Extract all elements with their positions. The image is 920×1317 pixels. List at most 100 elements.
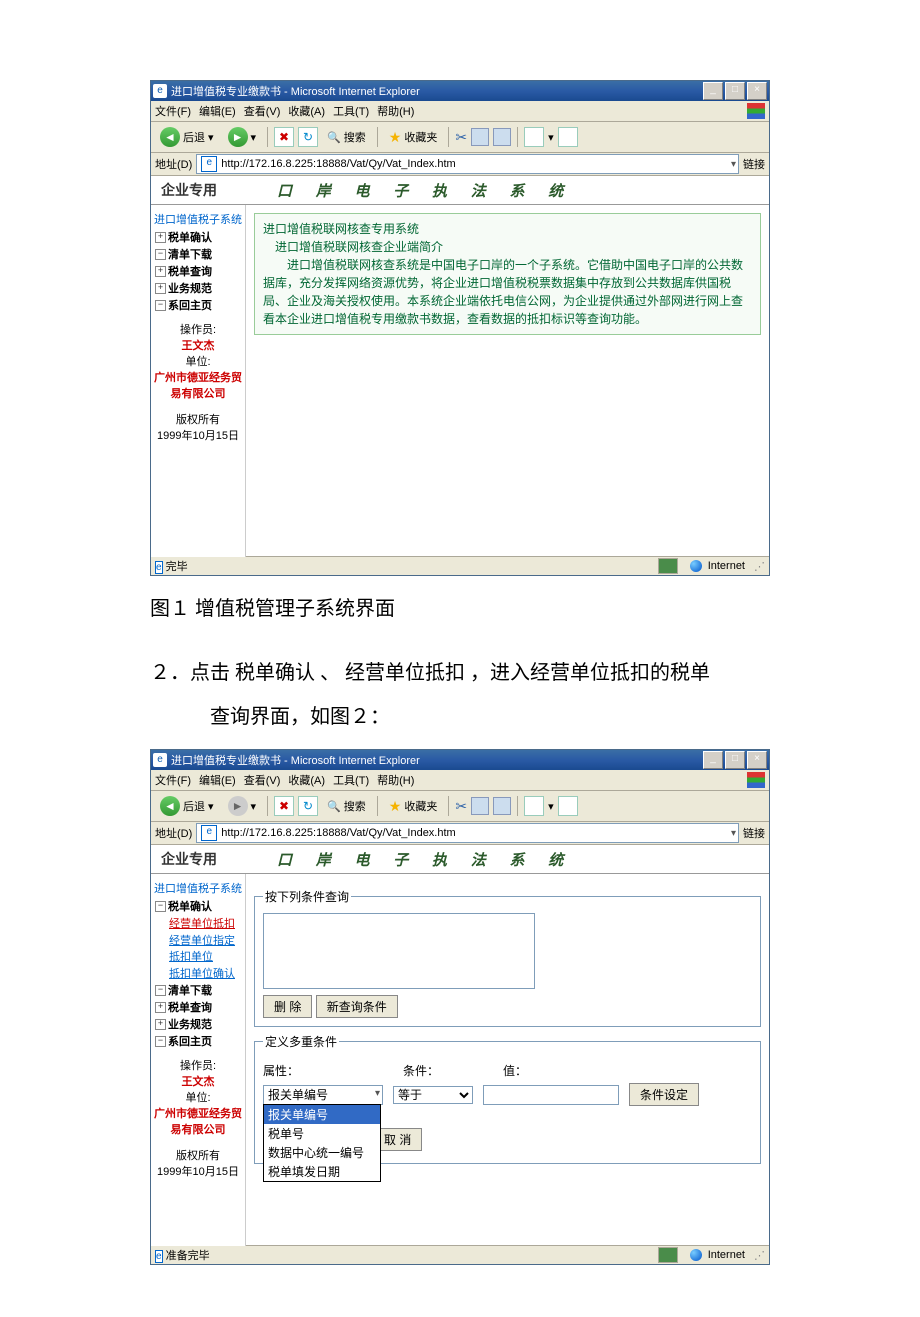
back-arrow-icon: ◄ — [160, 796, 180, 816]
unit-name: 广州市德亚经务贸易有限公司 — [153, 369, 243, 401]
menu-file[interactable]: 文件(F) — [155, 103, 191, 119]
menu-fav[interactable]: 收藏(A) — [288, 772, 325, 788]
value-input[interactable] — [483, 1085, 619, 1105]
copyright: 版权所有 — [153, 1147, 243, 1163]
nav-home[interactable]: −系回主页 — [153, 1033, 243, 1049]
url-text: http://172.16.8.225:18888/Vat/Qy/Vat_Ind… — [221, 827, 455, 839]
menu-file[interactable]: 文件(F) — [155, 772, 191, 788]
titlebar: e 进口增值税专业缴款书 - Microsoft Internet Explor… — [151, 81, 769, 101]
refresh-button[interactable]: ↻ — [298, 796, 318, 816]
nav-biz-spec[interactable]: +业务规范 — [153, 280, 243, 296]
address-label: 地址(D) — [155, 156, 192, 172]
content-area: 企业专用 口 岸 电 子 执 法 系 统 进口增值税子系统 −税单确认 经营单位… — [151, 845, 769, 1245]
page-header: 企业专用 口 岸 电 子 执 法 系 统 — [151, 845, 769, 874]
system-name[interactable]: 进口增值税子系统 — [153, 211, 243, 227]
nav-list-download[interactable]: −清单下载 — [153, 982, 243, 998]
nav-tax-confirm[interactable]: −税单确认 — [153, 898, 243, 914]
search-icon: 🔍 — [327, 131, 341, 144]
nav-sub-deduct-confirm[interactable]: 抵扣单位确认 — [153, 965, 243, 981]
paste-icon[interactable] — [493, 128, 511, 146]
maximize-button[interactable]: □ — [725, 751, 745, 769]
favorites-button[interactable]: ★ 收藏夹 — [384, 795, 443, 818]
cond-select[interactable]: 等于 — [393, 1086, 473, 1104]
dropdown-option[interactable]: 报关单编号 — [264, 1105, 380, 1124]
url-text: http://172.16.8.225:18888/Vat/Qy/Vat_Ind… — [221, 158, 455, 170]
refresh-button[interactable]: ↻ — [298, 127, 318, 147]
copy-icon[interactable] — [471, 128, 489, 146]
resize-grip-icon[interactable]: ⋰ — [751, 1249, 765, 1262]
header-left: 企业专用 — [161, 180, 217, 200]
back-button[interactable]: ◄ 后退▾ — [155, 793, 219, 819]
query-listbox[interactable] — [263, 913, 535, 989]
menu-help[interactable]: 帮助(H) — [377, 103, 414, 119]
zone-text: Internet — [708, 1249, 745, 1261]
operator-label: 操作员: — [153, 321, 243, 337]
stop-button[interactable]: ✖ — [274, 127, 294, 147]
dropdown-option[interactable]: 数据中心统一编号 — [264, 1143, 380, 1162]
links-label[interactable]: 链接 — [743, 825, 765, 841]
close-button[interactable]: × — [747, 751, 767, 769]
nav-tax-query[interactable]: +税单查询 — [153, 263, 243, 279]
back-button[interactable]: ◄ 后退▾ — [155, 124, 219, 150]
menu-view[interactable]: 查看(V) — [244, 103, 281, 119]
address-input[interactable]: e http://172.16.8.225:18888/Vat/Qy/Vat_I… — [196, 823, 739, 843]
menu-help[interactable]: 帮助(H) — [377, 772, 414, 788]
ie-window-2: e 进口增值税专业缴款书 - Microsoft Internet Explor… — [150, 749, 770, 1265]
search-button[interactable]: 🔍 搜索 — [322, 126, 371, 148]
search-button[interactable]: 🔍 搜索 — [322, 795, 371, 817]
menu-tool[interactable]: 工具(T) — [333, 772, 369, 788]
minimize-button[interactable]: _ — [703, 751, 723, 769]
nav-biz-spec[interactable]: +业务规范 — [153, 1016, 243, 1032]
forward-button[interactable]: ►▾ — [223, 124, 262, 150]
delete-button[interactable]: 删 除 — [263, 995, 312, 1018]
cut-icon[interactable]: ✂ — [455, 798, 467, 815]
address-input[interactable]: e http://172.16.8.225:18888/Vat/Qy/Vat_I… — [196, 154, 739, 174]
nav-home[interactable]: −系回主页 — [153, 297, 243, 313]
menu-edit[interactable]: 编辑(E) — [199, 103, 236, 119]
links-label[interactable]: 链接 — [743, 156, 765, 172]
copy-icon[interactable] — [471, 797, 489, 815]
ie-icon: e — [153, 753, 167, 767]
dropdown-option[interactable]: 税单填发日期 — [264, 1162, 380, 1181]
nav-tax-query[interactable]: +税单查询 — [153, 999, 243, 1015]
windows-flag-icon — [747, 772, 765, 788]
maximize-button[interactable]: □ — [725, 82, 745, 100]
paste-icon[interactable] — [493, 797, 511, 815]
ie-window-1: e 进口增值税专业缴款书 - Microsoft Internet Explor… — [150, 80, 770, 576]
menu-tool[interactable]: 工具(T) — [333, 103, 369, 119]
tool-icon-1[interactable] — [524, 796, 544, 816]
menu-view[interactable]: 查看(V) — [244, 772, 281, 788]
cut-icon[interactable]: ✂ — [455, 129, 467, 146]
menu-edit[interactable]: 编辑(E) — [199, 772, 236, 788]
operator-name: 王文杰 — [153, 337, 243, 353]
intro-box: 进口增值税联网核查专用系统 进口增值税联网核查企业端简介 进口增值税联网核查系统… — [254, 213, 761, 335]
status-bar: e 准备完毕 Internet ⋰ — [151, 1245, 769, 1264]
new-condition-button[interactable]: 新查询条件 — [316, 995, 398, 1018]
status-text: 准备完毕 — [166, 1250, 210, 1262]
minimize-button[interactable]: _ — [703, 82, 723, 100]
stop-button[interactable]: ✖ — [274, 796, 294, 816]
address-bar: 地址(D) e http://172.16.8.225:18888/Vat/Qy… — [151, 153, 769, 176]
nav-tax-confirm[interactable]: +税单确认 — [153, 229, 243, 245]
define-conditions-fieldset: 定义多重条件 属性： 条件： 值： 报关单编号 报关单编号 税单号 — [254, 1033, 761, 1164]
resize-grip-icon[interactable]: ⋰ — [751, 560, 765, 573]
sidebar: 进口增值税子系统 −税单确认 经营单位抵扣 经营单位指定抵扣单位 抵扣单位确认 … — [151, 874, 246, 1246]
header-left: 企业专用 — [161, 849, 217, 869]
nav-sub-op-assign[interactable]: 经营单位指定抵扣单位 — [153, 932, 243, 964]
star-icon: ★ — [389, 798, 402, 815]
nav-list-download[interactable]: −清单下载 — [153, 246, 243, 262]
attr-dropdown-list[interactable]: 报关单编号 税单号 数据中心统一编号 税单填发日期 — [263, 1104, 381, 1182]
favorites-button[interactable]: ★ 收藏夹 — [384, 126, 443, 149]
figure-caption-1: 图１ 增值税管理子系统界面 — [150, 592, 770, 621]
nav-sub-op-deduct[interactable]: 经营单位抵扣 — [153, 915, 243, 931]
set-condition-button[interactable]: 条件设定 — [629, 1083, 699, 1106]
menubar: 文件(F) 编辑(E) 查看(V) 收藏(A) 工具(T) 帮助(H) — [151, 770, 769, 791]
close-button[interactable]: × — [747, 82, 767, 100]
tool-icon-1[interactable] — [524, 127, 544, 147]
tool-icon-2[interactable] — [558, 796, 578, 816]
menu-fav[interactable]: 收藏(A) — [288, 103, 325, 119]
dropdown-option[interactable]: 税单号 — [264, 1124, 380, 1143]
system-name[interactable]: 进口增值税子系统 — [153, 880, 243, 896]
attr-select[interactable]: 报关单编号 报关单编号 税单号 数据中心统一编号 税单填发日期 — [263, 1085, 383, 1105]
tool-icon-2[interactable] — [558, 127, 578, 147]
